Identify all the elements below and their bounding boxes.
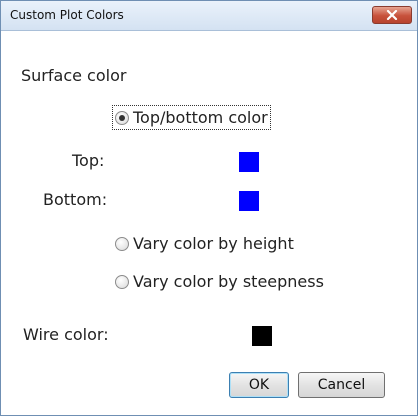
bottom-color-label: Bottom: (43, 190, 108, 209)
surface-color-heading: Surface color (21, 66, 127, 85)
radio-indicator[interactable] (115, 236, 129, 251)
top-bottom-color-radio[interactable]: Top/bottom color (112, 105, 271, 130)
vary-by-height-radio[interactable]: Vary color by height (115, 234, 294, 253)
top-color-label: Top: (72, 151, 105, 170)
cancel-button[interactable]: Cancel (298, 372, 385, 398)
custom-plot-colors-dialog: Custom Plot Colors Surface color Top/bot… (0, 0, 418, 416)
close-button[interactable] (372, 6, 412, 24)
dialog-title: Custom Plot Colors (10, 8, 124, 22)
ok-button[interactable]: OK (229, 372, 289, 398)
radio-indicator[interactable] (115, 110, 129, 125)
title-bar[interactable]: Custom Plot Colors (1, 1, 417, 31)
vary-by-height-label: Vary color by height (133, 234, 294, 253)
close-icon (386, 10, 398, 20)
vary-by-steepness-radio[interactable]: Vary color by steepness (115, 272, 324, 291)
top-color-swatch[interactable] (239, 152, 259, 172)
bottom-color-swatch[interactable] (239, 191, 259, 211)
wire-color-swatch[interactable] (252, 326, 272, 346)
radio-indicator[interactable] (115, 274, 129, 289)
top-bottom-color-label: Top/bottom color (133, 108, 268, 127)
vary-by-steepness-label: Vary color by steepness (133, 272, 324, 291)
wire-color-label: Wire color: (23, 325, 109, 344)
